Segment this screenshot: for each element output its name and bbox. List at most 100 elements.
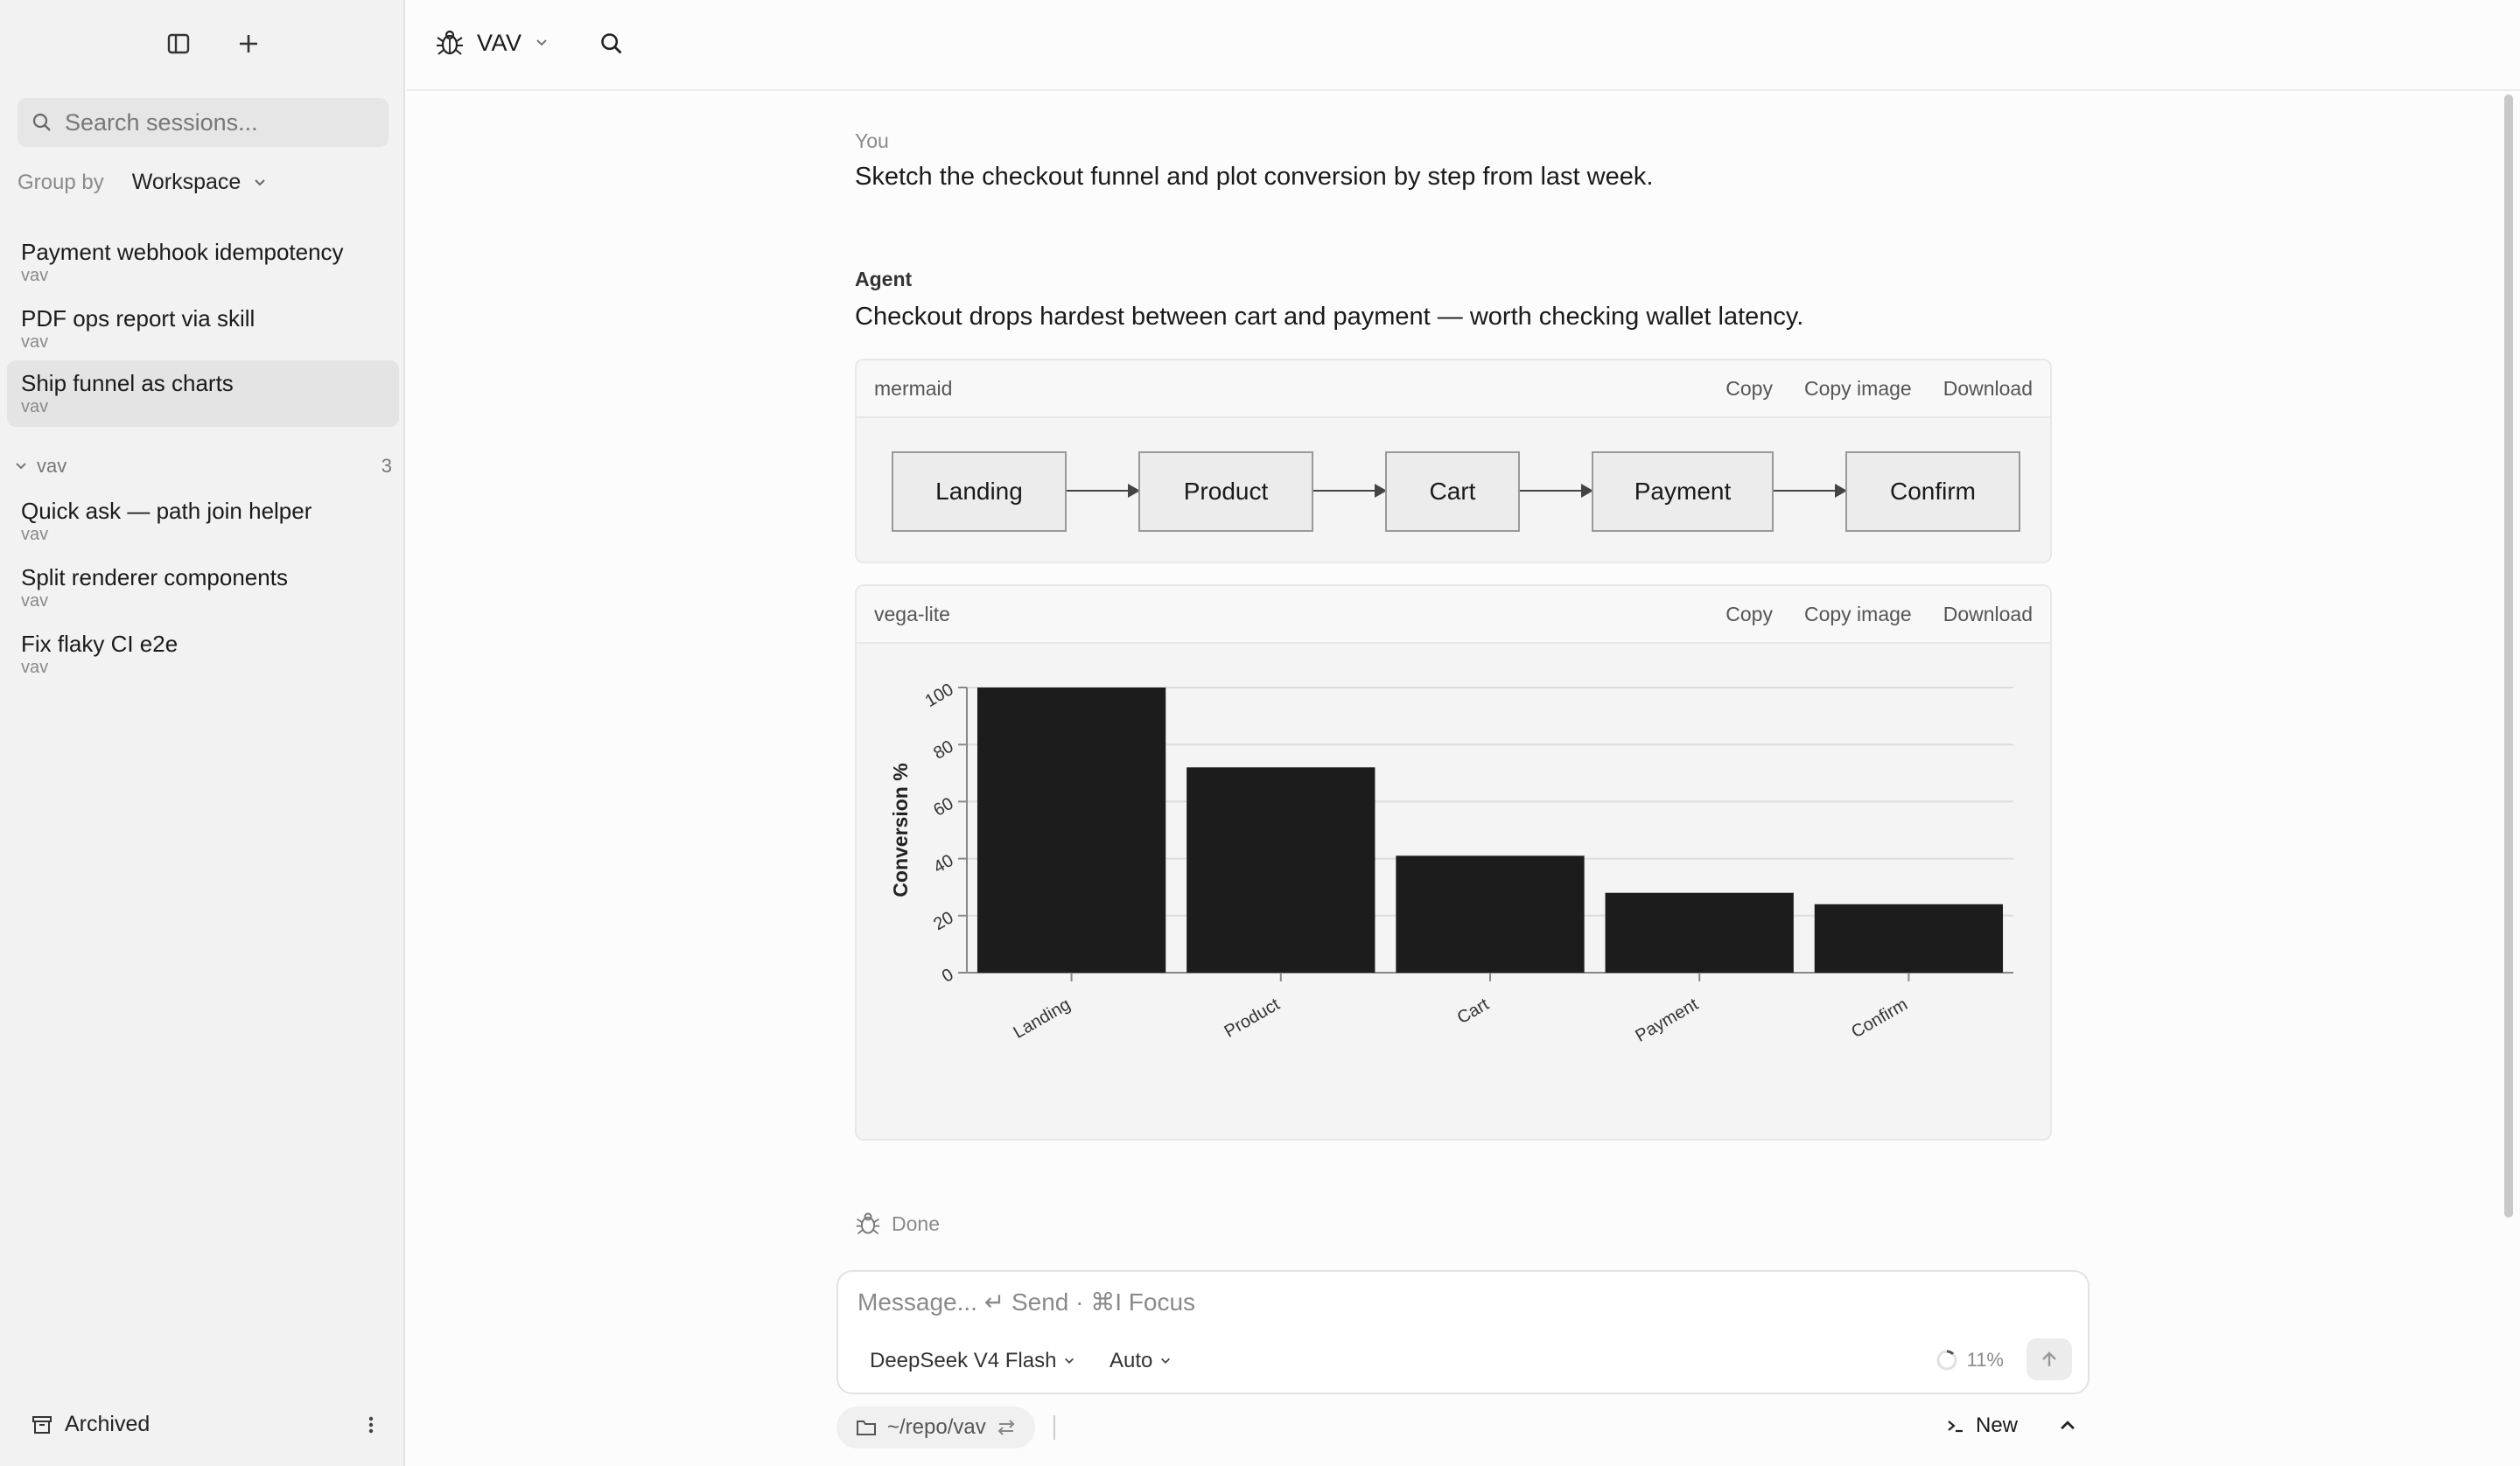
group-count-badge: 3: [381, 455, 392, 477]
session-search[interactable]: [18, 98, 388, 147]
bug-logo-icon: [856, 1212, 880, 1235]
session-workspace: vav: [21, 332, 49, 352]
sidebar-panel-icon: [167, 33, 190, 54]
divider: [1054, 1415, 1055, 1440]
bar-landing: [976, 688, 1166, 973]
arrow-up-icon: [2042, 1351, 2056, 1366]
session-workspace: vav: [21, 591, 49, 611]
flow-node-cart: Cart: [1385, 451, 1520, 532]
sidebar-toolbar: [163, 28, 264, 59]
x-tick-label: Payment: [1632, 995, 1702, 1046]
flow-node-confirm: Confirm: [1845, 451, 2020, 532]
session-item-active[interactable]: Ship funnel as charts vav: [7, 360, 399, 427]
repo-path-chip[interactable]: ~/repo/vav: [836, 1407, 1035, 1449]
code-block-header: mermaid Copy Copy image Download: [857, 360, 2050, 418]
chevron-down-icon: [255, 178, 266, 185]
user-message-text: Sketch the checkout funnel and plot conv…: [855, 163, 1654, 191]
bug-logo-icon: [437, 30, 463, 55]
flow-edge: [1067, 484, 1140, 498]
code-language-label: mermaid: [874, 376, 953, 400]
code-block-header: vega-lite Copy Copy image Download: [857, 586, 2050, 644]
workspace-group-header[interactable]: vav 3: [14, 455, 392, 478]
message-composer[interactable]: Message... ↵ Send · ⌘I Focus DeepSeek V4…: [836, 1270, 2090, 1394]
search-input[interactable]: [65, 108, 380, 136]
folder-icon: [857, 1421, 876, 1435]
new-session-button[interactable]: [233, 28, 264, 59]
search-icon: [32, 113, 51, 131]
sidebar-footer: Archived: [32, 1412, 382, 1437]
x-tick-label: Cart: [1454, 995, 1493, 1028]
session-title: Quick ask — path join helper: [21, 498, 312, 524]
chevron-down-icon: [1161, 1358, 1171, 1364]
chevron-down-icon: [1065, 1358, 1074, 1364]
flow-node-product: Product: [1138, 451, 1313, 532]
group-name: vav: [37, 455, 67, 477]
session-item[interactable]: Fix flaky CI e2e vav: [7, 621, 399, 688]
flow-node-landing: Landing: [892, 451, 1067, 532]
chevron-down-icon: [536, 39, 547, 46]
swap-icon[interactable]: [997, 1419, 1016, 1436]
session-title: PDF ops report via skill: [21, 305, 256, 332]
session-workspace: vav: [21, 658, 49, 677]
flow-edge: [1313, 484, 1387, 498]
sidebar: Group by Workspace Payment webhook idemp…: [0, 0, 405, 1466]
session-workspace: vav: [21, 397, 49, 416]
new-terminal-button[interactable]: New: [1946, 1414, 2018, 1438]
scrollbar[interactable]: [2504, 94, 2513, 1218]
chevron-down-icon: [16, 463, 26, 470]
download-button[interactable]: Download: [1943, 603, 2033, 626]
mode-name: Auto: [1110, 1349, 1153, 1372]
global-search-button[interactable]: [596, 28, 627, 59]
copy-image-button[interactable]: Copy image: [1804, 377, 1912, 401]
session-workspace: vav: [21, 266, 49, 285]
terminal-prompt-icon: [1948, 1421, 1963, 1433]
session-item[interactable]: Split renderer components vav: [7, 555, 399, 621]
x-tick-label: Product: [1222, 995, 1284, 1042]
model-name: DeepSeek V4 Flash: [870, 1349, 1057, 1372]
y-tick-label: 40: [930, 851, 956, 877]
session-item[interactable]: Quick ask — path join helper vav: [7, 488, 399, 555]
flow-edge: [1520, 484, 1593, 498]
agent-status: Done: [855, 1211, 940, 1237]
vega-lite-code-block: vega-lite Copy Copy image Download 0 20 40…: [855, 584, 2052, 1141]
search-icon: [601, 33, 622, 54]
toggle-sidebar-button[interactable]: [163, 28, 194, 59]
chevron-up-icon: [2061, 1421, 2075, 1430]
y-tick-label: 0: [939, 965, 957, 987]
mode-selector[interactable]: Auto: [1110, 1349, 1172, 1373]
top-bar: VAV: [407, 0, 2520, 91]
send-button[interactable]: [2026, 1338, 2072, 1380]
model-selector[interactable]: DeepSeek V4 Flash: [870, 1349, 1075, 1373]
group-by-label: Group by: [18, 170, 104, 194]
copy-image-button[interactable]: Copy image: [1804, 603, 1912, 626]
plus-icon: [240, 35, 257, 52]
new-label: New: [1976, 1414, 2019, 1437]
bar-confirm: [1814, 904, 2004, 973]
expand-panel-button[interactable]: [2058, 1415, 2077, 1439]
download-button[interactable]: Download: [1943, 377, 2033, 401]
group-by-value[interactable]: Workspace: [132, 170, 242, 195]
workspace-switcher[interactable]: VAV: [435, 28, 549, 58]
y-tick-label: 100: [922, 680, 957, 711]
y-tick-label: 60: [930, 794, 956, 820]
archive-icon: [32, 1415, 52, 1434]
bar-cart: [1396, 855, 1585, 973]
y-tick-label: 80: [930, 736, 956, 763]
mermaid-code-block: mermaid Copy Copy image Download Landing…: [855, 359, 2052, 563]
copy-button[interactable]: Copy: [1726, 377, 1773, 401]
copy-button[interactable]: Copy: [1726, 603, 1773, 626]
session-item[interactable]: Payment webhook idempotency vav: [7, 229, 399, 296]
context-usage: 11%: [1936, 1349, 2004, 1372]
more-vertical-icon[interactable]: [360, 1414, 382, 1435]
agent-message-text: Checkout drops hardest between cart and …: [855, 303, 1804, 331]
message-input[interactable]: Message... ↵ Send · ⌘I Focus: [858, 1288, 1195, 1316]
workspace-name: VAV: [477, 29, 522, 56]
session-title: Fix flaky CI e2e: [21, 631, 178, 657]
archived-link[interactable]: Archived: [65, 1412, 150, 1437]
flow-edge: [1774, 484, 1847, 498]
status-text: Done: [892, 1211, 940, 1235]
group-by-control[interactable]: Group by Workspace: [18, 170, 267, 195]
user-message-label: You: [855, 129, 889, 152]
session-item[interactable]: PDF ops report via skill vav: [7, 296, 399, 362]
x-tick-label: Landing: [1010, 995, 1074, 1043]
